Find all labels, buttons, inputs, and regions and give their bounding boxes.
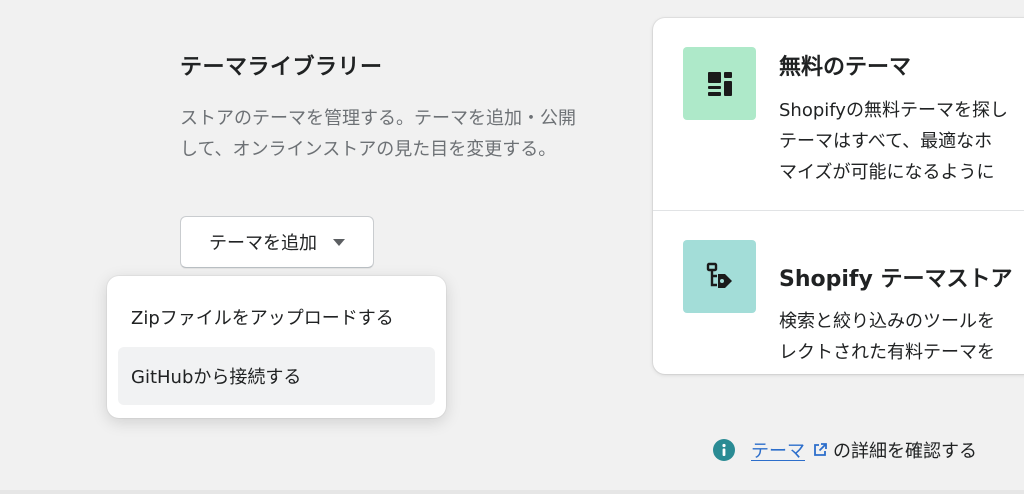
menu-item-connect-github[interactable]: GitHubから接続する	[118, 347, 435, 405]
add-theme-button-label: テーマを追加	[209, 233, 317, 254]
theme-sources-card: 無料のテーマ Shopifyの無料テーマを探し テーマはすべて、最適なホ マイズ…	[653, 18, 1024, 374]
free-themes-description: Shopifyの無料テーマを探し テーマはすべて、最適なホ マイズが可能になるよ…	[779, 100, 1008, 183]
menu-item-upload-zip[interactable]: Zipファイルをアップロードする	[118, 288, 435, 346]
footer-help: テーマ の詳細を確認する	[713, 436, 977, 464]
theme-layout-icon	[683, 47, 756, 120]
free-themes-row[interactable]: 無料のテーマ Shopifyの無料テーマを探し テーマはすべて、最適なホ マイズ…	[653, 18, 1024, 210]
theme-store-title: Shopify テーマストア	[779, 267, 1013, 292]
footer-suffix: の詳細を確認する	[833, 441, 977, 462]
external-link-icon[interactable]	[813, 443, 827, 457]
theme-store-row[interactable]: Shopify テーマストア 検索と絞り込みのツールを レクトされた有料テーマを	[653, 211, 1024, 374]
info-icon	[713, 439, 735, 461]
tag-sitemap-icon	[683, 240, 756, 313]
free-themes-title: 無料のテーマ	[779, 55, 912, 80]
add-theme-button[interactable]: テーマを追加	[180, 216, 374, 268]
caret-down-icon	[333, 238, 345, 246]
theme-store-description: 検索と絞り込みのツールを レクトされた有料テーマを	[779, 311, 995, 363]
add-theme-dropdown: Zipファイルをアップロードする GitHubから接続する	[107, 276, 446, 418]
section-title: テーマライブラリー	[180, 55, 383, 80]
themes-help-link[interactable]: テーマ	[751, 437, 805, 463]
bottom-divider	[0, 490, 1024, 494]
section-description: ストアのテーマを管理する。テーマを追加・公開して、オンラインストアの見た目を変更…	[180, 108, 576, 160]
